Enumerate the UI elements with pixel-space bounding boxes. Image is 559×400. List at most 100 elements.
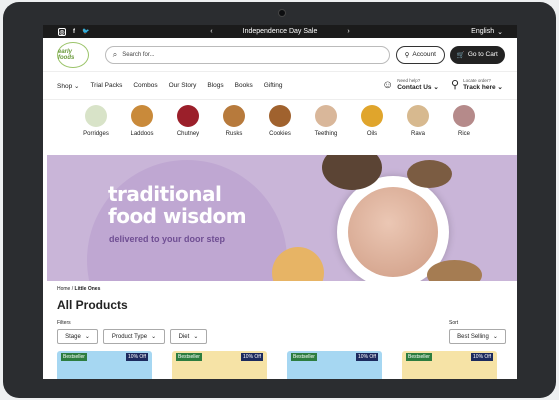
category-label: Teething [314, 131, 338, 137]
category-image [223, 105, 245, 127]
breadcrumb-separator: / [71, 286, 74, 292]
category-item-oils[interactable]: Oils [353, 105, 392, 151]
category-label: Porridges [83, 131, 109, 137]
category-strip: Porridges Laddoos Chutney Rusks Cookies Teeth… [43, 100, 517, 151]
account-label: Account [412, 51, 436, 58]
search-input[interactable]: ⌕ Search for... [104, 45, 390, 64]
promo-next-arrow[interactable]: › [347, 28, 349, 35]
cart-icon: 🛒 [456, 51, 465, 59]
sort-select[interactable]: Best Selling ⌄ [449, 329, 506, 344]
product-grid: Bestseller 10% Off Bestseller 10% Off Bestse… [43, 344, 517, 379]
brand-logo[interactable]: early foods [57, 41, 89, 68]
discount-badge: 10% Off [126, 353, 148, 361]
category-label: Oils [366, 131, 378, 137]
category-item-rusks[interactable]: Rusks [215, 105, 254, 151]
support-agent-icon: ☺ [382, 78, 394, 91]
announcement-bar: ◎ f 🐦 ‹ Independence Day Sale › English … [43, 25, 517, 38]
category-item-rice[interactable]: Rice [445, 105, 484, 151]
category-image [85, 105, 107, 127]
nut-heap-image [407, 160, 452, 188]
discount-badge: 10% Off [471, 353, 493, 361]
instagram-icon[interactable]: ◎ [58, 27, 66, 36]
nav-item-blogs[interactable]: Blogs [207, 82, 223, 89]
category-item-chutney[interactable]: Chutney [169, 105, 208, 151]
help-big-text: Contact Us ⌄ [397, 84, 439, 91]
user-icon: ⚲ [404, 51, 410, 59]
chevron-down-icon: ⌄ [151, 334, 157, 340]
chevron-down-icon: ⌄ [74, 82, 80, 90]
chevron-down-icon: ⌄ [497, 28, 503, 36]
hero-headline: traditional food wisdom [108, 182, 247, 228]
category-image [361, 105, 383, 127]
filter-bar: Stage ⌄ Product Type ⌄ Diet ⌄ Best Selling ⌄ [43, 326, 517, 344]
language-label: English [471, 28, 495, 35]
product-card[interactable]: Bestseller 10% Off [57, 351, 152, 379]
category-label: Rusks [225, 131, 243, 137]
product-card[interactable]: Bestseller 10% Off [402, 351, 497, 379]
category-item-teething[interactable]: Teething [307, 105, 346, 151]
tablet-frame: ◎ f 🐦 ‹ Independence Day Sale › English … [3, 2, 556, 398]
chevron-down-icon: ⌄ [193, 334, 199, 340]
bestseller-badge: Bestseller [291, 353, 317, 361]
category-item-rava[interactable]: Rava [399, 105, 438, 151]
track-order-link[interactable]: ⚲ Locate order? Track here ⌄ [451, 78, 503, 91]
category-label: Rice [457, 131, 470, 137]
breadcrumb: Home / Little Ones [43, 281, 517, 292]
facebook-icon[interactable]: f [70, 28, 78, 36]
category-image [453, 105, 475, 127]
hero-subheadline: delivered to your door step [109, 234, 226, 244]
track-big-text: Track here ⌄ [463, 84, 503, 91]
category-label: Cookies [269, 131, 291, 137]
cart-label: Go to Cart [467, 51, 498, 58]
browser-screen: ◎ f 🐦 ‹ Independence Day Sale › English … [43, 25, 517, 379]
nav-item-gifting[interactable]: Gifting [264, 82, 283, 89]
contact-us-link[interactable]: ☺ Need help? Contact Us ⌄ [382, 78, 439, 91]
account-button[interactable]: ⚲ Account [396, 45, 445, 64]
nav-item-combos[interactable]: Combos [133, 82, 157, 89]
bestseller-badge: Bestseller [406, 353, 432, 361]
promo-text: Independence Day Sale [242, 28, 318, 35]
location-pin-icon: ⚲ [451, 79, 460, 91]
category-item-cookies[interactable]: Cookies [261, 105, 300, 151]
bestseller-badge: Bestseller [61, 353, 87, 361]
promo-prev-arrow[interactable]: ‹ [210, 28, 212, 35]
category-image [177, 105, 199, 127]
category-item-porridges[interactable]: Porridges [77, 105, 116, 151]
main-nav: Shop ⌄ Trial Packs Combos Our Story Blog… [43, 72, 517, 100]
discount-badge: 10% Off [356, 353, 378, 361]
grain-heap-image [427, 260, 482, 281]
bestseller-badge: Bestseller [176, 353, 202, 361]
cart-button[interactable]: 🛒 Go to Cart [449, 45, 505, 64]
product-card[interactable]: Bestseller 10% Off [287, 351, 382, 379]
search-placeholder: Search for... [122, 51, 155, 58]
site-header: early foods ⌕ Search for... ⚲ Account 🛒 … [43, 38, 517, 72]
filter-product-type[interactable]: Product Type ⌄ [103, 329, 165, 344]
category-image [269, 105, 291, 127]
filter-diet[interactable]: Diet ⌄ [170, 329, 207, 344]
breadcrumb-current: Little Ones [74, 286, 101, 292]
camera-dot [279, 10, 285, 16]
filters-label-row: Filters Sort [43, 312, 517, 326]
nav-item-our-story[interactable]: Our Story [169, 82, 197, 89]
language-selector[interactable]: English ⌄ [471, 28, 503, 36]
filter-stage[interactable]: Stage ⌄ [57, 329, 98, 344]
chevron-down-icon: ⌄ [492, 334, 498, 340]
page-title: All Products [57, 298, 128, 312]
nav-item-shop[interactable]: Shop ⌄ [57, 82, 79, 90]
search-icon: ⌕ [112, 49, 118, 59]
nav-item-trial-packs[interactable]: Trial Packs [90, 82, 122, 89]
category-label: Rava [410, 131, 425, 137]
category-item-laddoos[interactable]: Laddoos [123, 105, 162, 151]
chevron-down-icon: ⌄ [84, 334, 90, 340]
twitter-icon[interactable]: 🐦 [82, 28, 90, 36]
hero-banner[interactable]: traditional food wisdom delivered to your… [47, 155, 517, 281]
category-image [131, 105, 153, 127]
category-image [407, 105, 429, 127]
discount-badge: 10% Off [241, 353, 263, 361]
product-card[interactable]: Bestseller 10% Off [172, 351, 267, 379]
category-image [315, 105, 337, 127]
category-label: Chutney [176, 131, 200, 137]
category-label: Laddoos [130, 131, 154, 137]
breadcrumb-home[interactable]: Home [57, 286, 70, 292]
nav-item-books[interactable]: Books [235, 82, 253, 89]
